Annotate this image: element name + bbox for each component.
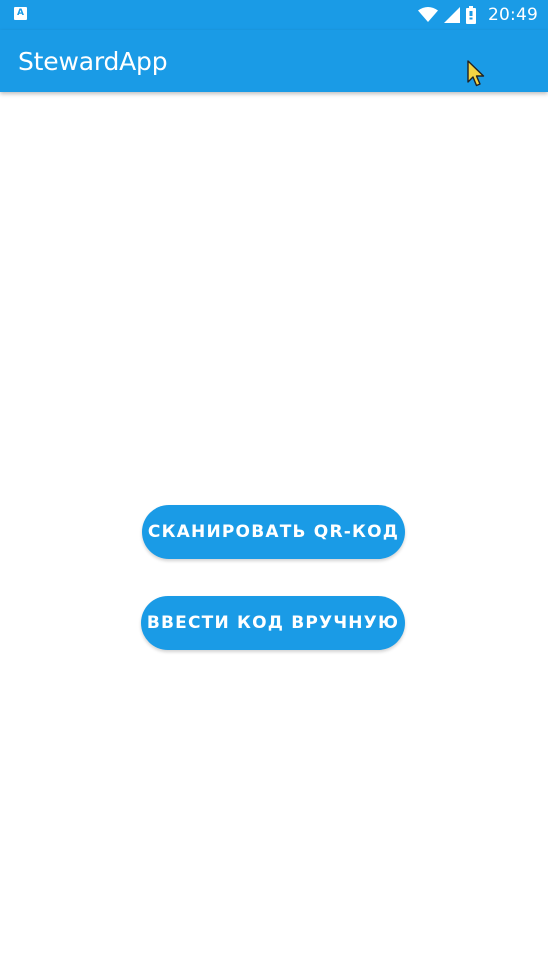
enter-code-manually-button[interactable]: ВВЕСТИ КОД ВРУЧНУЮ — [141, 596, 405, 650]
notification-a-icon: A — [14, 7, 27, 20]
cellular-signal-icon — [444, 7, 460, 23]
status-icons: 20:49 — [418, 0, 538, 30]
app-title: StewardApp — [18, 47, 168, 76]
mouse-cursor-icon — [467, 60, 485, 87]
scan-qr-code-button[interactable]: СКАНИРОВАТЬ QR-КОД — [142, 505, 405, 559]
status-time: 20:49 — [488, 5, 538, 25]
notification-glyph: A — [17, 8, 24, 18]
wifi-icon — [418, 7, 438, 22]
battery-icon — [466, 6, 476, 24]
status-bar: A 20:49 — [0, 0, 548, 30]
